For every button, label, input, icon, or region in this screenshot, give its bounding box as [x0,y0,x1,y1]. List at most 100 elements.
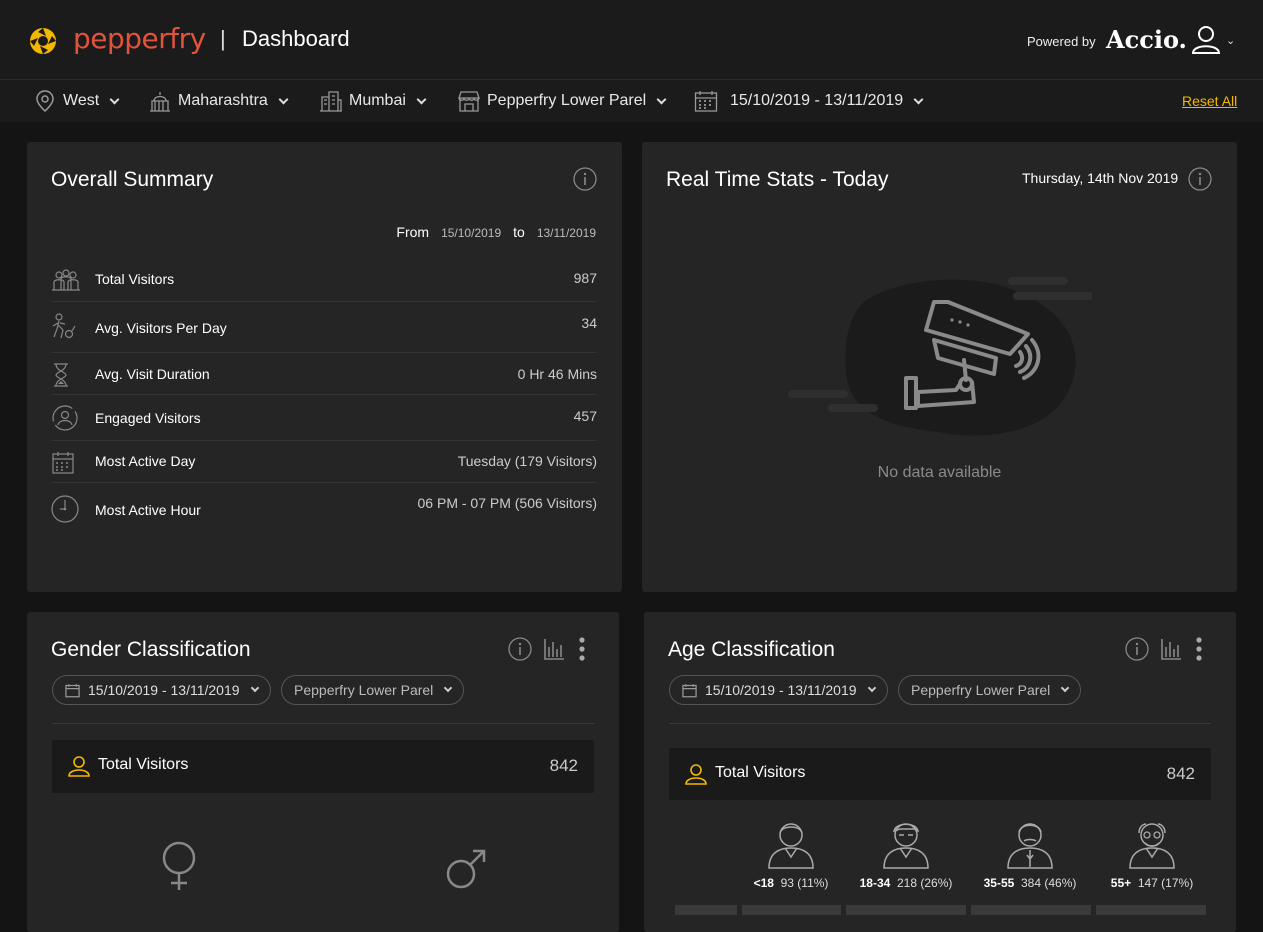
store-pill-value: Pepperfry Lower Parel [294,682,434,698]
bar-chart-icon[interactable] [1160,637,1182,661]
age-table-cell [1096,905,1206,915]
chevron-down-icon [913,94,924,104]
age-table-cell [675,905,737,915]
total-visitors-label: Total Visitors [715,764,806,781]
age-group-55-plus: 55+ 147 (17%) [1092,817,1212,890]
info-icon[interactable] [508,637,532,661]
age-group-35-55: 35-55 384 (46%) [970,817,1090,890]
brand-name[interactable]: pepperfry [73,22,206,55]
more-options-icon[interactable] [1195,636,1203,662]
date-pill-value: 15/10/2019 - 13/11/2019 [88,682,240,698]
summary-value: 0 Hr 46 Mins [517,366,597,382]
date-pill-value: 15/10/2019 - 13/11/2019 [705,682,857,698]
from-label: From [396,224,430,240]
security-camera-icon [788,277,1092,436]
info-icon[interactable] [1125,637,1149,661]
filter-bar: West Maharashtra Mumbai Pepperfry Lower … [0,80,1263,122]
powered-by-label: Powered by [1027,34,1096,49]
age-title: Age Classification [668,638,835,661]
calendar-icon [694,91,718,112]
age-store-pill[interactable]: Pepperfry Lower Parel [898,675,1082,705]
age-range: 35-55 [983,876,1015,890]
chevron-down-icon [656,94,667,104]
divider [669,723,1211,724]
store-filter[interactable]: Pepperfry Lower Parel [457,90,667,112]
chevron-down-icon [416,94,427,104]
realtime-date: Thursday, 14th Nov 2019 [1022,170,1179,186]
summary-row: Most Active Day Tuesday (179 Visitors) [51,441,597,483]
store-icon [458,91,480,112]
user-icon[interactable] [1190,25,1222,55]
user-icon [685,764,707,785]
total-visitors-label: Total Visitors [98,756,189,773]
chevron-down-icon[interactable]: ⌄ [1226,34,1235,47]
summary-label: Most Active Hour [95,502,201,518]
summary-row: Avg. Visitors Per Day 34 [51,302,597,353]
gender-date-pill[interactable]: 15/10/2019 - 13/11/2019 [52,675,271,705]
chevron-down-icon [444,683,453,693]
date-range-value: 15/10/2019 - 13/11/2019 [730,92,904,109]
age-range: <18 [753,876,774,890]
summary-value: 06 PM - 07 PM (506 Visitors) [417,495,597,511]
store-pill-value: Pepperfry Lower Parel [911,682,1051,698]
pepperfry-logo-icon [30,28,56,54]
age-group-label: 18-34 218 (26%) [846,876,966,890]
chevron-down-icon [1061,683,1070,693]
region-value: West [63,92,100,109]
state-filter[interactable]: Maharashtra [148,90,289,112]
age-range: 18-34 [859,876,891,890]
age-classification-card: Age Classification 15/10/2019 - 13/11/20… [644,612,1236,932]
calendar-icon [682,683,697,697]
accio-logo: Accio. [1106,25,1187,54]
realtime-title: Real Time Stats - Today [666,168,889,191]
more-options-icon[interactable] [578,636,586,662]
region-filter[interactable]: West [36,90,120,112]
age-table-cell [742,905,841,915]
overall-summary-card: Overall Summary From 15/10/2019 to 13/11… [27,142,622,592]
summary-label: Total Visitors [95,271,175,287]
chevron-down-icon [867,683,876,693]
age-stat: 93 (11%) [780,876,829,890]
adult-avatar-icon [1007,823,1053,869]
gender-title: Gender Classification [51,638,251,661]
age-table-cell [846,905,966,915]
summary-row: Avg. Visit Duration 0 Hr 46 Mins [51,353,597,395]
top-bar: pepperfry | Dashboard Powered by Accio. … [0,0,1263,80]
bar-chart-icon[interactable] [543,637,565,661]
calendar-icon [52,452,74,474]
chevron-down-icon [278,94,289,104]
store-value: Pepperfry Lower Parel [487,92,647,109]
calendar-icon [65,683,80,697]
gender-classification-card: Gender Classification 15/10/2019 - 13/11… [27,612,619,932]
no-data-message: No data available [877,464,1002,481]
summary-value: 34 [581,315,597,331]
to-date: 13/11/2019 [536,226,596,240]
city-value: Mumbai [349,92,406,109]
summary-row: Most Active Hour 06 PM - 07 PM (506 Visi… [51,483,597,533]
user-icon [68,756,90,777]
info-icon[interactable] [573,167,597,191]
age-stat: 147 (17%) [1137,876,1194,890]
date-range-filter[interactable]: 15/10/2019 - 13/11/2019 [694,90,924,112]
age-group-label: 55+ 147 (17%) [1092,876,1212,890]
age-range: 55+ [1110,876,1132,890]
info-icon[interactable] [1188,167,1212,191]
age-group-under-18: <18 93 (11%) [731,817,851,890]
reset-all-link[interactable]: Reset All [1182,93,1237,109]
hourglass-icon [54,363,68,387]
state-building-icon [150,92,170,112]
title-separator: | [220,26,226,51]
age-group-label: 35-55 384 (46%) [970,876,1090,890]
page-title: Dashboard [242,26,350,51]
gender-store-pill[interactable]: Pepperfry Lower Parel [281,675,465,705]
city-filter[interactable]: Mumbai [319,90,427,112]
to-label: to [513,224,525,240]
female-icon [162,841,196,890]
summary-value: 987 [573,270,597,286]
summary-value: Tuesday (179 Visitors) [457,453,597,469]
age-date-pill[interactable]: 15/10/2019 - 13/11/2019 [669,675,888,705]
location-pin-icon [36,90,54,112]
state-value: Maharashtra [178,92,268,109]
gender-total-visitors: Total Visitors 842 [52,740,594,793]
chevron-down-icon [250,683,259,693]
